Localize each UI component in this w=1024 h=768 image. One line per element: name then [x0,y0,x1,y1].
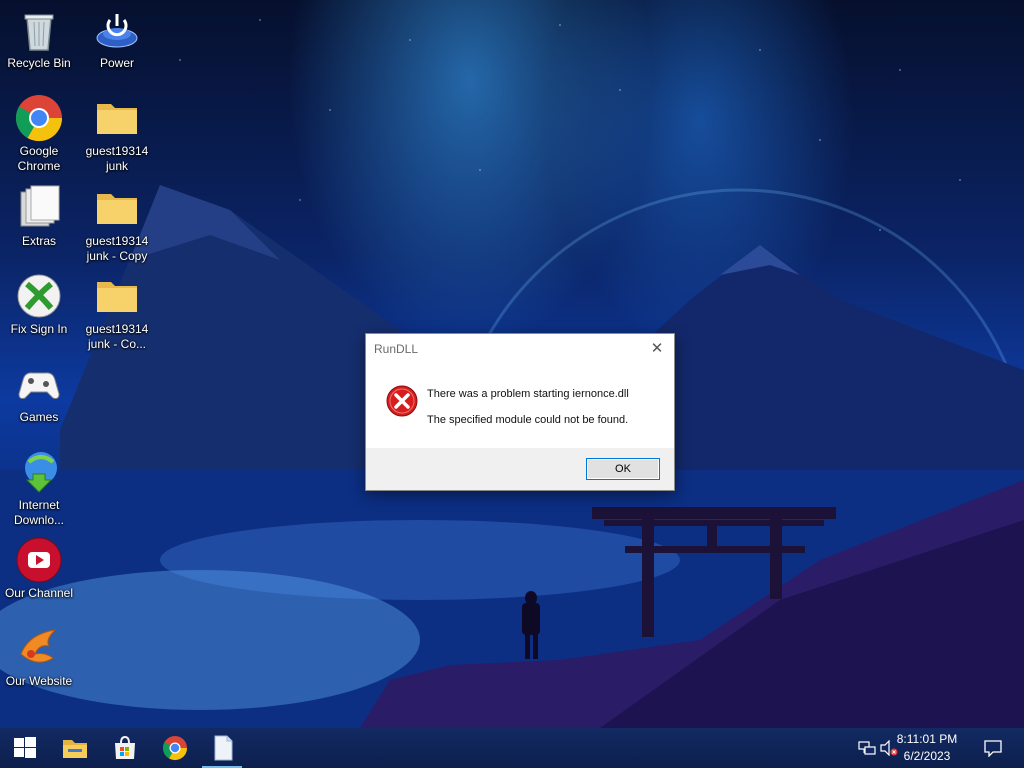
ok-button[interactable]: OK [586,458,660,480]
dialog-body: There was a problem starting iernonce.dl… [366,364,674,448]
desktop-icon-guest-junk[interactable]: guest19314 junk [78,94,156,174]
desktop-icon-games[interactable]: Games [0,360,78,425]
taskbar-store[interactable] [100,728,148,768]
desktop-icon-label: Power [99,56,134,70]
desktop-icon-label: Fix Sign In [10,322,68,336]
clock-time: 8:11:01 PM [896,732,958,746]
desktop-icon-extras[interactable]: Extras [0,184,78,249]
start-button[interactable] [0,728,48,768]
youtube-icon [15,536,63,584]
taskbar-chrome[interactable] [150,728,198,768]
taskbar-clock[interactable]: 8:11:01 PM 6/2/2023 [892,731,962,765]
store-icon [115,735,135,759]
desktop-icon-label: Recycle Bin [7,56,71,70]
phoenix-logo-icon [15,624,63,672]
desktop-icon-label: Games [19,410,59,424]
desktop-icon-internet-download[interactable]: Internet Downlo... [0,448,78,528]
desktop-icon-recycle-bin[interactable]: Recycle Bin [0,6,78,71]
desktop-icon-fix-sign-in[interactable]: Fix Sign In [0,272,78,337]
notepad-icon [214,735,233,761]
desktop-background: Recycle Bin Google Chrome Extras Fix Sig… [0,0,1024,728]
taskbar-file-explorer[interactable] [50,728,98,768]
start-icon [14,737,36,758]
desktop-icon-google-chrome[interactable]: Google Chrome [0,94,78,174]
recycle-bin-icon [15,6,63,54]
chrome-icon [15,94,63,142]
dialog-footer: OK [366,448,674,490]
desktop-icon-label: Our Channel [4,586,74,600]
power-icon [93,6,141,54]
notification-icon[interactable] [984,739,1002,757]
taskbar: 8:11:01 PM 6/2/2023 [0,728,1024,768]
desktop-icon-power[interactable]: Power [78,6,156,71]
folder-icon [93,94,141,142]
desktop-icon-label: guest19314 junk - Co... [85,322,149,351]
network-icon[interactable] [858,740,876,756]
download-manager-icon [15,448,63,496]
file-explorer-icon [63,740,87,758]
desktop-icon-our-website[interactable]: Our Website [0,624,78,689]
dialog-title: RunDLL [374,342,419,356]
desktop-icon-label: Google Chrome [17,144,61,173]
desktop-icon-label: Internet Downlo... [13,498,65,527]
gamepad-icon [15,360,63,408]
clock-date: 6/2/2023 [903,749,951,763]
desktop-icon-guest-junk-copy-2[interactable]: guest19314 junk - Co... [78,272,156,352]
taskbar-notepad[interactable] [198,728,246,768]
error-message-line2: The specified module could not be found. [427,414,629,426]
desktop-icon-our-channel[interactable]: Our Channel [0,536,78,601]
desktop-icon-label: Extras [21,234,56,248]
desktop-icon-label: guest19314 junk [85,144,149,173]
rundll-error-dialog: RunDLL ✕ There was a problem starting ie… [365,333,675,491]
chrome-icon [163,736,187,761]
folder-icon [93,184,141,232]
desktop-icon-label: Our Website [5,674,73,688]
error-icon [386,385,418,417]
error-message-line1: There was a problem starting iernonce.dl… [427,388,629,400]
folder-icon [93,272,141,320]
xbox-icon [15,272,63,320]
dialog-titlebar[interactable]: RunDLL ✕ [366,334,674,364]
close-icon[interactable]: ✕ [646,339,668,359]
extras-icon [15,184,63,232]
desktop-icon-guest-junk-copy[interactable]: guest19314 junk - Copy [78,184,156,264]
desktop-icon-label: guest19314 junk - Copy [85,234,149,263]
